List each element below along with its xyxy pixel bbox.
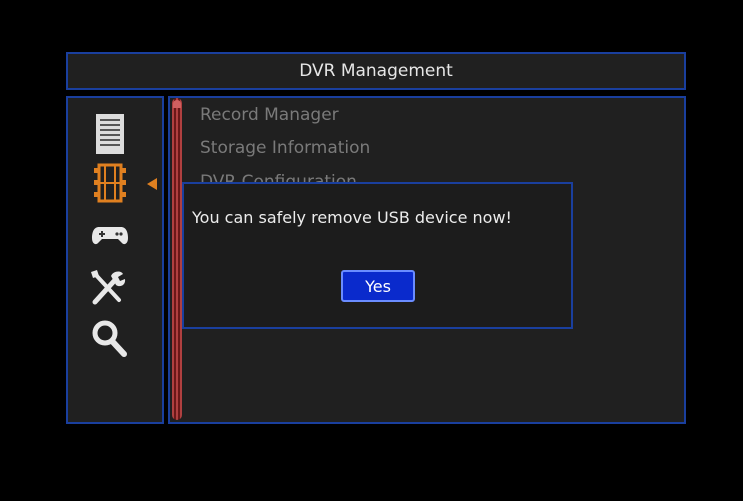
- menu-item-label: DVR Configuration: [200, 172, 357, 182]
- sidebar-item-search[interactable]: [90, 318, 130, 364]
- tools-icon: [91, 270, 126, 305]
- menu-item-label: Storage Information: [200, 138, 371, 158]
- usb-removal-dialog: You can safely remove USB device now! Ye…: [182, 182, 573, 329]
- menu-item-label: Record Manager: [200, 105, 339, 125]
- yes-button-label: Yes: [365, 276, 391, 296]
- film-icon: [94, 163, 126, 203]
- dialog-message: You can safely remove USB device now!: [192, 208, 512, 227]
- sidebar-item-dvr[interactable]: [93, 163, 127, 207]
- selection-arrow-icon: [147, 178, 157, 190]
- page-title: DVR Management: [299, 61, 453, 81]
- sidebar-item-games[interactable]: [91, 224, 129, 252]
- menu-item-dvr-configuration[interactable]: DVR Configuration: [200, 172, 357, 182]
- menu-item-record-manager[interactable]: Record Manager: [200, 105, 339, 125]
- yes-button[interactable]: Yes: [341, 270, 415, 302]
- document-icon: [96, 114, 124, 154]
- search-icon: [92, 320, 127, 357]
- gamepad-icon: [92, 227, 128, 245]
- sidebar-item-records[interactable]: [93, 112, 127, 160]
- menu-item-storage-information[interactable]: Storage Information: [200, 138, 370, 158]
- scrollbar[interactable]: [172, 98, 182, 420]
- sidebar-item-settings[interactable]: [89, 268, 129, 312]
- title-bar: DVR Management: [66, 52, 686, 90]
